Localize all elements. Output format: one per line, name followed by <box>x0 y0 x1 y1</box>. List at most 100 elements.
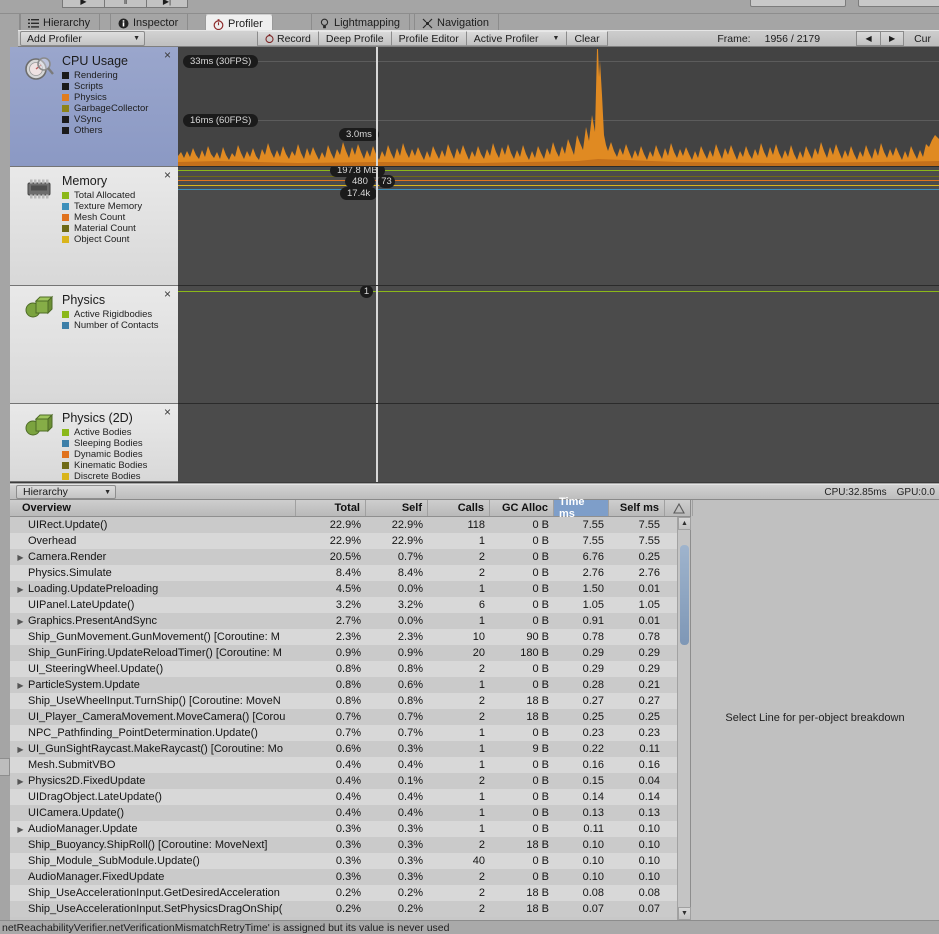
row-selfms-cell: 0.27 <box>638 695 660 707</box>
expand-arrow-icon[interactable]: ▶ <box>16 553 25 562</box>
table-row[interactable]: ▶Physics.Simulate 8.4% 8.4% 2 0 B 2.76 2.76 <box>10 565 690 581</box>
expand-arrow-icon[interactable]: ▶ <box>16 777 25 786</box>
module-cpu-usage[interactable]: × CPU Usage Rendering Scripts Physics Ga… <box>10 47 178 167</box>
table-body[interactable]: ▶UIRect.Update()22.9%22.9%1180 B7.557.55… <box>10 517 690 920</box>
play-button[interactable]: ▶ <box>62 0 104 8</box>
row-gc-cell: 0 B <box>532 775 549 787</box>
legend-label: Others <box>74 125 103 136</box>
table-row[interactable]: ▶AudioManager.FixedUpdate 0.3% 0.3% 2 0 B 0.1… <box>10 869 690 885</box>
frame-playhead[interactable] <box>376 286 378 403</box>
column-header-gc-alloc[interactable]: GC Alloc <box>490 500 554 516</box>
profile-editor-button[interactable]: Profile Editor <box>390 31 466 46</box>
deep-profile-button[interactable]: Deep Profile <box>317 31 391 46</box>
table-row[interactable]: ▶Ship_GunMovement.GunMovement() [Corouti… <box>10 629 690 645</box>
row-total-cell: 22.9% <box>329 519 361 531</box>
column-header-self-ms[interactable]: Self ms <box>609 500 665 516</box>
row-name-cell: ▶ Graphics.PresentAndSync <box>10 613 296 629</box>
table-row[interactable]: ▶ ParticleSystem.Update 0.8% 0.6% 1 0 B 0.28 0.… <box>10 677 690 693</box>
table-row[interactable]: ▶Mesh.SubmitVBO 0.4% 0.4% 1 0 B 0.16 0.16 <box>10 757 690 773</box>
close-icon[interactable]: × <box>162 288 173 300</box>
row-time-cell: 0.14 <box>582 791 604 803</box>
table-row[interactable]: ▶Ship_Buoyancy.ShipRoll() [Coroutine: Mo… <box>10 837 690 853</box>
frame-playhead[interactable] <box>376 167 378 285</box>
expand-arrow-icon[interactable]: ▶ <box>16 825 25 834</box>
table-row[interactable]: ▶UIPanel.LateUpdate() 3.2% 3.2% 6 0 B 1.05 1.0… <box>10 597 690 613</box>
current-frame-button[interactable]: Cur <box>914 33 931 45</box>
frame-playhead[interactable] <box>376 47 378 166</box>
row-label: ParticleSystem.Update <box>28 679 140 691</box>
column-header-calls[interactable]: Calls <box>428 500 490 516</box>
scrollbar-thumb[interactable] <box>680 545 689 645</box>
table-row[interactable]: ▶ Camera.Render 20.5% 0.7% 2 0 B 6.76 0.25 <box>10 549 690 565</box>
column-header-self[interactable]: Self <box>366 500 428 516</box>
table-row[interactable]: ▶ Physics2D.FixedUpdate 0.4% 0.1% 2 0 B 0.15 0.… <box>10 773 690 789</box>
cpu-usage-graph[interactable]: 33ms (30FPS) 16ms (60FPS) 3.0ms <box>178 47 939 167</box>
expand-arrow-icon[interactable]: ▶ <box>16 617 25 626</box>
row-label: Ship_GunFiring.UpdateReloadTimer() [Coro… <box>28 647 282 659</box>
column-header-warning[interactable] <box>665 500 693 516</box>
row-self-cell: 0.7% <box>397 711 423 723</box>
clear-button[interactable]: Clear <box>566 31 608 46</box>
close-icon[interactable]: × <box>162 406 173 418</box>
previous-frame-button[interactable]: ◀ <box>856 31 881 46</box>
row-time-cell: 0.15 <box>582 775 604 787</box>
table-row[interactable]: ▶ Graphics.PresentAndSync 2.7% 0.0% 1 0 B 0.91… <box>10 613 690 629</box>
row-self-cell: 0.3% <box>397 743 423 755</box>
pause-button[interactable]: ‖ <box>104 0 146 8</box>
column-header-total[interactable]: Total <box>296 500 366 516</box>
memory-graph[interactable]: 197.8 MB 480 73 17.4k <box>178 167 939 286</box>
active-profiler-dropdown[interactable]: Active Profiler ▼ <box>465 31 567 46</box>
table-row[interactable]: ▶Ship_UseWheelInput.TurnShip() [Coroutin… <box>10 693 690 709</box>
table-row[interactable]: ▶Overhead 22.9% 22.9% 1 0 B 7.55 7.55 <box>10 533 690 549</box>
frame-playhead[interactable] <box>376 404 378 482</box>
next-frame-button[interactable]: ▶ <box>880 31 905 46</box>
table-row[interactable]: ▶Ship_UseAccelerationInput.GetDesiredAcc… <box>10 885 690 901</box>
close-icon[interactable]: × <box>162 169 173 181</box>
module-memory[interactable]: × Memory Total Allocated Texture Memory <box>10 167 178 286</box>
layers-dropdown[interactable] <box>750 0 846 7</box>
collapsed-panel-tab[interactable] <box>0 758 10 776</box>
expand-arrow-icon[interactable]: ▶ <box>16 745 25 754</box>
legend-swatch <box>62 462 69 469</box>
table-vertical-scrollbar[interactable]: ▲ ▼ <box>677 517 691 920</box>
column-header-overview[interactable]: Overview <box>10 500 296 516</box>
table-row[interactable]: ▶Ship_Module_SubModule.Update() 0.3% 0.3% 4… <box>10 853 690 869</box>
row-self-cell: 0.8% <box>397 695 423 707</box>
physics-2d-graph[interactable] <box>178 404 939 482</box>
table-row[interactable]: ▶NPC_Pathfinding_PointDetermination.Upda… <box>10 725 690 741</box>
profiler-toolbar: Add Profiler ▼ Record Deep Profile Profi… <box>18 30 939 47</box>
row-indent-spacer: ▶ <box>16 857 25 866</box>
module-physics[interactable]: × Physics Active Rigidbodies Number of C… <box>10 286 178 404</box>
legend-item-number-of-contacts: Number of Contacts <box>62 320 158 331</box>
module-physics-2d[interactable]: × Physics (2D) Active Bodies Sleeping Bo… <box>10 404 178 482</box>
scroll-down-button[interactable]: ▼ <box>678 907 691 920</box>
table-row[interactable]: ▶UIRect.Update() 22.9% 22.9% 118 0 B 7.55 7.55 <box>10 517 690 533</box>
layout-dropdown[interactable] <box>858 0 939 7</box>
table-row[interactable]: ▶ UI_GunSightRaycast.MakeRaycast() [Corou… <box>10 741 690 757</box>
table-row[interactable]: ▶ AudioManager.Update 0.3% 0.3% 1 0 B 0.11 0.10 <box>10 821 690 837</box>
step-button[interactable]: ▶| <box>146 0 188 8</box>
table-row[interactable]: ▶UIDragObject.LateUpdate() 0.4% 0.4% 1 0 B 0.… <box>10 789 690 805</box>
table-row[interactable]: ▶UI_Player_CameraMovement.MoveCamera() [… <box>10 709 690 725</box>
legend-label: Rendering <box>74 70 118 81</box>
chevron-down-icon: ▼ <box>133 35 140 42</box>
expand-arrow-icon[interactable]: ▶ <box>16 585 25 594</box>
close-icon[interactable]: × <box>162 49 173 61</box>
physics-graph[interactable]: 1 <box>178 286 939 404</box>
row-label: Camera.Render <box>28 551 107 563</box>
expand-arrow-icon[interactable]: ▶ <box>16 681 25 690</box>
table-row[interactable]: ▶UICamera.Update() 0.4% 0.4% 1 0 B 0.13 0.13 <box>10 805 690 821</box>
row-time-cell: 0.27 <box>582 695 604 707</box>
column-header-time-ms[interactable]: Time ms <box>554 496 609 520</box>
add-profiler-dropdown[interactable]: Add Profiler ▼ <box>20 31 145 46</box>
row-selfms-cell: 2.76 <box>638 567 660 579</box>
row-calls-cell: 40 <box>472 855 485 867</box>
record-button[interactable]: Record <box>257 31 318 46</box>
table-row[interactable]: ▶Ship_GunFiring.UpdateReloadTimer() [Cor… <box>10 645 690 661</box>
table-row[interactable]: ▶UI_SteeringWheel.Update() 0.8% 0.8% 2 0 B 0.… <box>10 661 690 677</box>
table-row[interactable]: ▶ Loading.UpdatePreloading 4.5% 0.0% 1 0 B 1.5… <box>10 581 690 597</box>
status-bar[interactable]: netReachabilityVerifier.netVerificationM… <box>0 920 939 934</box>
table-row[interactable]: ▶Ship_UseAccelerationInput.SetPhysicsDra… <box>10 901 690 917</box>
view-mode-dropdown[interactable]: Hierarchy ▼ <box>16 485 116 499</box>
scroll-up-button[interactable]: ▲ <box>678 517 691 530</box>
